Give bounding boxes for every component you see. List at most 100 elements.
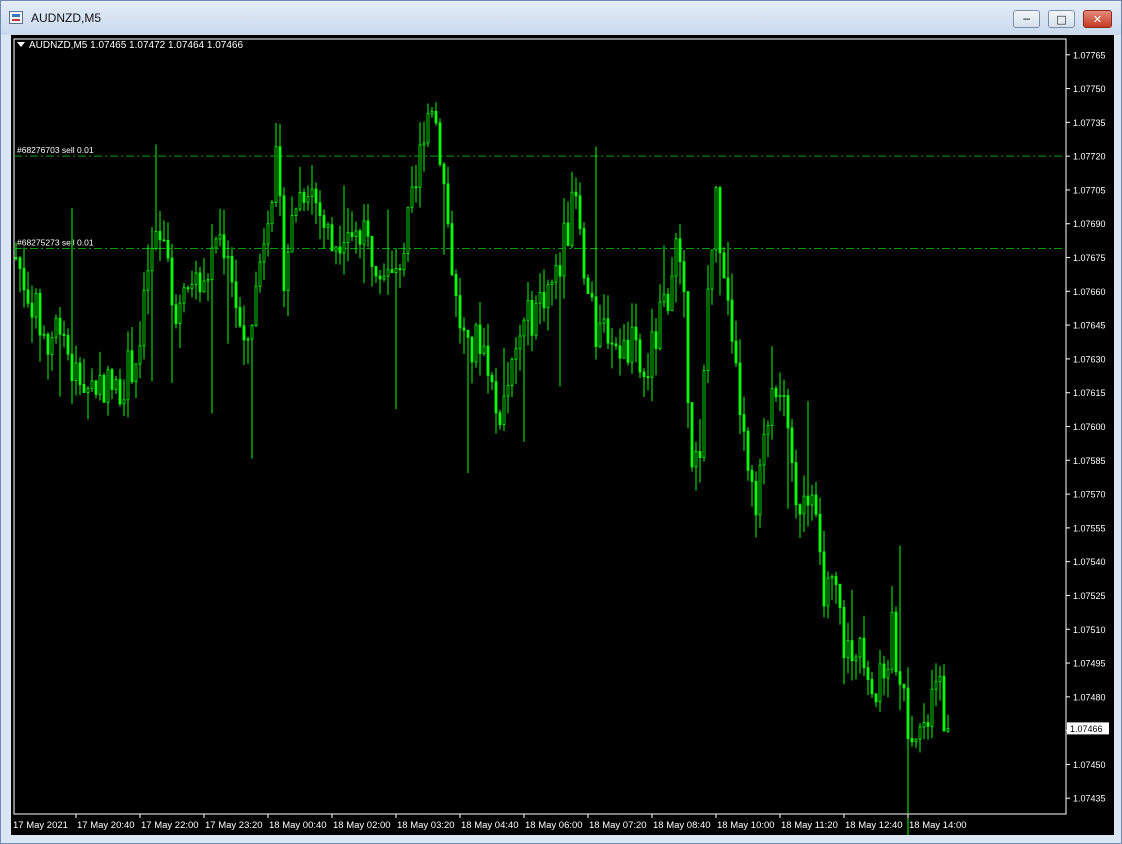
title-bar[interactable]: AUDNZD,M5 ─ □ ✕ <box>1 1 1121 35</box>
candle-body <box>614 343 618 347</box>
candle <box>194 260 198 300</box>
order-label: #68276703 sell 0.01 <box>17 145 94 155</box>
candle-body <box>78 362 82 385</box>
candle <box>306 185 310 211</box>
candle-body <box>190 284 194 289</box>
candle <box>506 361 510 414</box>
x-tick-label: 18 May 12:40 <box>845 820 903 831</box>
y-tick-label: 1.07705 <box>1073 185 1106 195</box>
candle <box>170 243 174 383</box>
candle-body <box>862 637 866 669</box>
candle <box>54 314 58 344</box>
candle-body <box>938 675 942 683</box>
candle <box>478 302 482 376</box>
candle <box>338 225 342 265</box>
candle <box>826 571 830 619</box>
candle-body <box>726 277 730 301</box>
candle-body <box>74 362 78 381</box>
candle-body <box>854 656 858 662</box>
x-tick-label: 18 May 00:40 <box>269 820 327 831</box>
candle <box>790 419 794 482</box>
candle <box>102 373 106 403</box>
maximize-button[interactable]: □ <box>1048 10 1075 28</box>
candle-body <box>178 302 182 324</box>
candle-body <box>234 281 238 308</box>
candle <box>798 503 802 538</box>
candle-body <box>646 376 650 378</box>
candle <box>926 714 930 740</box>
y-tick-label: 1.07645 <box>1073 321 1106 331</box>
candle-body <box>374 266 378 277</box>
candle-body <box>198 272 202 293</box>
candle <box>858 636 862 674</box>
candle <box>214 236 218 254</box>
candle <box>622 324 626 359</box>
candle-body <box>174 304 178 324</box>
candle <box>414 164 418 203</box>
candle <box>162 220 166 242</box>
candle <box>546 279 550 331</box>
candle <box>774 385 778 402</box>
candle-body <box>678 238 682 263</box>
candle <box>474 322 478 368</box>
candle <box>894 606 898 676</box>
candle-body <box>894 611 898 673</box>
y-tick-label: 1.07525 <box>1073 591 1106 601</box>
candle-body <box>594 296 598 347</box>
candle-body <box>506 385 510 397</box>
candle <box>746 427 750 481</box>
candle <box>666 288 670 315</box>
y-tick-label: 1.07570 <box>1073 490 1106 500</box>
candle-body <box>194 272 198 285</box>
candle <box>810 485 814 521</box>
candle <box>86 386 90 420</box>
candle <box>30 285 34 343</box>
candle-body <box>466 329 470 338</box>
candle <box>238 297 242 329</box>
candle-body <box>766 425 770 435</box>
candle-body <box>414 186 418 189</box>
candle-body <box>338 246 342 254</box>
candle <box>142 272 146 360</box>
candle-body <box>50 337 54 355</box>
candle <box>558 252 562 387</box>
candle-body <box>118 379 122 405</box>
candle-body <box>106 369 110 403</box>
minimize-button[interactable]: ─ <box>1013 10 1040 28</box>
candle-body <box>450 223 454 275</box>
x-tick-label: 18 May 08:40 <box>653 820 711 831</box>
candle <box>302 188 306 212</box>
close-button[interactable]: ✕ <box>1083 10 1112 28</box>
x-tick-label: 18 May 03:20 <box>397 820 455 831</box>
candle-body <box>586 277 590 294</box>
price-chart[interactable]: #68276703 sell 0.01 #68275273 sell 0.01 1… <box>11 35 1114 835</box>
candle <box>674 233 678 303</box>
candle-body <box>718 187 722 254</box>
candle <box>450 210 454 277</box>
candle-body <box>886 668 890 679</box>
candle-body <box>38 292 42 336</box>
candle-body <box>786 395 790 429</box>
candle <box>430 106 434 118</box>
candle-body <box>910 738 914 743</box>
candle <box>670 257 674 312</box>
candle-body <box>170 257 174 306</box>
candle <box>22 247 26 308</box>
candle <box>282 187 286 308</box>
candle-body <box>578 195 582 230</box>
candle-body <box>850 640 854 662</box>
candle-body <box>818 513 822 553</box>
chart-area[interactable]: #68276703 sell 0.01 #68275273 sell 0.01 1… <box>11 35 1114 835</box>
candle-body <box>926 721 930 727</box>
chart-menu-triangle-icon[interactable] <box>17 42 25 47</box>
maximize-icon: □ <box>1056 12 1067 26</box>
candle-body <box>314 188 318 204</box>
candle <box>630 303 634 374</box>
candle <box>902 683 906 702</box>
candle-body <box>798 504 802 515</box>
candle <box>806 401 810 527</box>
candle-body <box>166 239 170 259</box>
candle <box>270 199 274 232</box>
x-tick-label: 17 May 23:20 <box>205 820 263 831</box>
candle <box>250 324 254 459</box>
